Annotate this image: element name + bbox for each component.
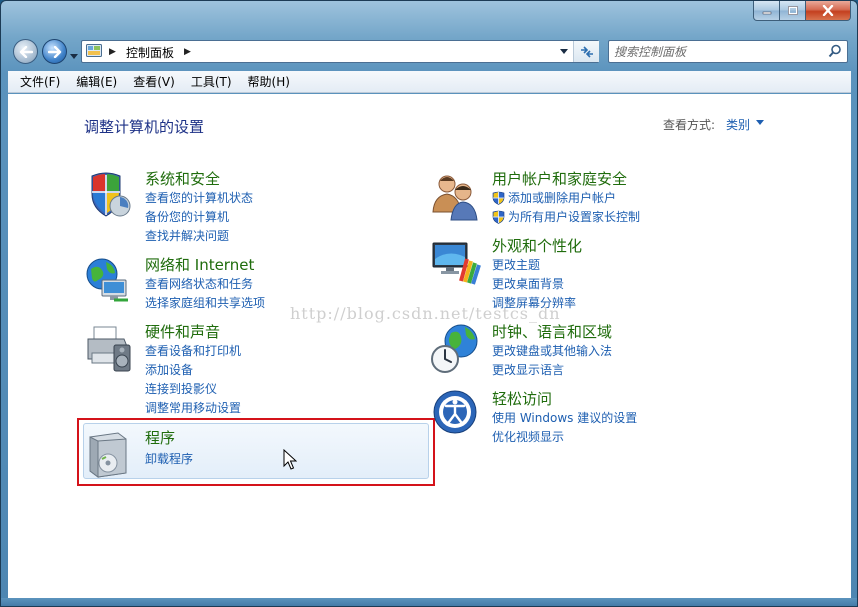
address-dropdown-button[interactable] [556,41,572,62]
uac-shield-icon [492,191,505,205]
link-windows-recommended-settings[interactable]: 使用 Windows 建议的设置 [492,409,637,428]
category-links: 查看设备和打印机 添加设备 连接到投影仪 调整常用移动设置 [145,342,241,418]
link-change-display-language[interactable]: 更改显示语言 [492,361,612,380]
breadcrumb-control-panel[interactable]: 控制面板 [126,44,174,61]
category-title[interactable]: 系统和安全 [145,168,220,189]
window-bottom-frame [1,598,857,606]
category-links: 查看您的计算机状态 备份您的计算机 查找并解决问题 [145,189,253,246]
category-title[interactable]: 时钟、语言和区域 [492,321,612,342]
category-links: 使用 Windows 建议的设置 优化视频显示 [492,409,637,447]
watermark-text: http://blog.csdn.net/testcs_dn [290,304,561,323]
caption-buttons [753,1,851,21]
ease-of-access-icon[interactable] [431,390,483,442]
link-uninstall-program[interactable]: 卸载程序 [145,450,193,469]
control-panel-window: ▶ 控制面板 ▶ 文件(F) 编辑(E) 查看(V) 工具(T) [0,0,858,607]
back-button[interactable] [13,39,38,64]
category-links: 添加或删除用户帐户 为所有用户设置家长控制 [492,189,640,227]
link-view-computer-status[interactable]: 查看您的计算机状态 [145,189,253,208]
link-network-status[interactable]: 查看网络状态和任务 [145,275,265,294]
forward-button[interactable] [42,39,67,64]
category-title[interactable]: 硬件和声音 [145,321,220,342]
link-mobility-settings[interactable]: 调整常用移动设置 [145,399,241,418]
category-title[interactable]: 用户帐户和家庭安全 [492,168,627,189]
programs-box-icon[interactable] [84,429,136,481]
close-button[interactable] [806,1,851,21]
refresh-button[interactable] [573,41,599,62]
link-homegroup-sharing[interactable]: 选择家庭组和共享选项 [145,294,265,313]
link-optimize-visual-display[interactable]: 优化视频显示 [492,428,637,447]
view-by-dropdown[interactable]: 类别 [726,116,750,133]
uac-shield-icon [492,210,505,224]
category-title[interactable]: 网络和 Internet [145,254,254,275]
category-links: 卸载程序 [145,450,193,469]
users-icon[interactable] [431,170,483,222]
link-change-background[interactable]: 更改桌面背景 [492,275,576,294]
menu-edit[interactable]: 编辑(E) [68,72,125,92]
link-label: 添加或删除用户帐户 [508,191,617,205]
category-title[interactable]: 外观和个性化 [492,235,582,256]
menu-tools[interactable]: 工具(T) [183,72,240,92]
minimize-icon [762,11,771,14]
network-globe-icon[interactable] [84,256,136,308]
content-area: 调整计算机的设置 查看方式: 类别 系统和安全 查看您的计算机状态 备份您的计算… [8,94,851,598]
security-shield-icon[interactable] [84,170,136,222]
maximize-button[interactable] [780,1,806,21]
search-box[interactable] [608,40,848,63]
breadcrumb-separator[interactable]: ▶ [109,47,116,57]
category-links: 更改键盘或其他输入法 更改显示语言 [492,342,612,380]
arrow-right-icon [47,45,61,58]
link-parental-controls[interactable]: 为所有用户设置家长控制 [492,208,640,227]
search-input[interactable] [614,43,819,60]
navigation-bar: ▶ 控制面板 ▶ [1,35,857,67]
refresh-icon [580,45,593,58]
link-change-theme[interactable]: 更改主题 [492,256,576,275]
view-by-label: 查看方式: [663,118,716,132]
control-panel-icon [86,44,102,57]
link-label: 为所有用户设置家长控制 [508,210,641,224]
chevron-down-icon[interactable] [756,120,764,125]
maximize-icon [787,5,798,15]
recent-pages-button[interactable] [70,48,78,62]
breadcrumb-separator[interactable]: ▶ [184,47,191,57]
menu-bar: 文件(F) 编辑(E) 查看(V) 工具(T) 帮助(H) [8,71,851,93]
menu-file[interactable]: 文件(F) [12,72,68,92]
chevron-down-icon [70,54,78,59]
page-title: 调整计算机的设置 [84,118,205,136]
menu-view[interactable]: 查看(V) [125,72,183,92]
address-bar[interactable]: ▶ 控制面板 ▶ [81,40,599,63]
clock-globe-icon[interactable] [431,323,483,375]
menu-help[interactable]: 帮助(H) [240,72,298,92]
link-change-input-method[interactable]: 更改键盘或其他输入法 [492,342,612,361]
arrow-left-icon [19,45,33,58]
category-title[interactable]: 程序 [145,427,175,448]
link-devices-printers[interactable]: 查看设备和打印机 [145,342,241,361]
close-icon [822,5,834,16]
category-links: 查看网络状态和任务 选择家庭组和共享选项 [145,275,265,313]
chevron-down-icon [560,49,568,54]
minimize-button[interactable] [753,1,780,21]
search-icon[interactable] [828,44,842,58]
printer-icon[interactable] [84,323,136,375]
link-troubleshoot[interactable]: 查找并解决问题 [145,227,253,246]
mouse-cursor-icon [283,449,297,470]
link-backup-computer[interactable]: 备份您的计算机 [145,208,253,227]
category-title[interactable]: 轻松访问 [492,388,552,409]
link-connect-projector[interactable]: 连接到投影仪 [145,380,241,399]
monitor-palette-icon[interactable] [431,237,483,289]
link-add-device[interactable]: 添加设备 [145,361,241,380]
link-add-remove-accounts[interactable]: 添加或删除用户帐户 [492,189,640,208]
